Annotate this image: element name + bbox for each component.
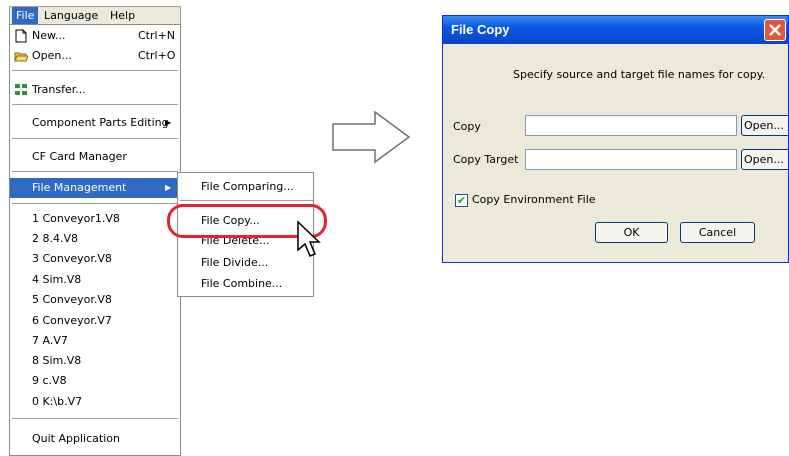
recent-file-item[interactable]: 1 Conveyor1.V8 xyxy=(10,209,180,229)
submenu-arrow-icon: ▶ xyxy=(165,118,172,127)
copy-target-label: Copy Target xyxy=(453,153,519,166)
new-file-icon xyxy=(15,29,27,43)
instruction-text: Specify source and target file names for… xyxy=(513,68,766,81)
menu-separator xyxy=(12,104,178,105)
menu-item-file-management[interactable]: File Management ▶ xyxy=(10,178,180,198)
copy-label: Copy xyxy=(453,120,481,133)
submenu-item-file-comparing[interactable]: File Comparing... xyxy=(178,177,313,197)
menu-separator xyxy=(12,70,178,71)
dialog-title: File Copy xyxy=(451,22,510,37)
menu-language[interactable]: Language xyxy=(44,9,98,22)
transfer-icon xyxy=(15,84,27,95)
open-folder-icon xyxy=(14,52,28,62)
menu-file[interactable]: File xyxy=(12,7,39,25)
recent-file-item[interactable]: 3 Conveyor.V8 xyxy=(10,249,180,269)
recent-file-item[interactable]: 8 Sim.V8 xyxy=(10,351,180,371)
submenu-item-file-divide[interactable]: File Divide... xyxy=(178,253,313,273)
dialog-titlebar: File Copy xyxy=(443,16,788,44)
copy-target-open-button[interactable]: Open... xyxy=(741,149,788,170)
right-arrow-icon xyxy=(332,110,411,164)
copy-open-button[interactable]: Open... xyxy=(741,115,788,136)
copy-input[interactable] xyxy=(525,115,737,136)
recent-file-item[interactable]: 7 A.V7 xyxy=(10,331,180,351)
submenu-item-file-combine[interactable]: File Combine... xyxy=(178,274,313,294)
submenu-arrow-icon: ▶ xyxy=(165,183,172,192)
menu-item-component-parts[interactable]: Component Parts Editing ▶ xyxy=(10,113,180,133)
file-menu: New... Ctrl+N Open... Ctrl+O Transfer...… xyxy=(9,24,181,456)
menu-separator xyxy=(12,138,178,139)
menu-item-open[interactable]: Open... Ctrl+O xyxy=(10,46,180,66)
mouse-cursor-icon xyxy=(297,220,321,257)
recent-file-item[interactable]: 0 K:\b.V7 xyxy=(10,392,180,412)
menu-separator xyxy=(12,418,178,419)
menu-separator xyxy=(180,200,313,201)
recent-file-item[interactable]: 5 Conveyor.V8 xyxy=(10,290,180,310)
copy-environment-checkbox[interactable]: ✔ xyxy=(455,194,468,207)
file-copy-dialog: File Copy Specify source and target file… xyxy=(442,15,789,263)
close-icon xyxy=(769,24,781,36)
menu-bar: File Language Help xyxy=(9,6,181,25)
menu-item-new[interactable]: New... Ctrl+N xyxy=(10,26,180,46)
cancel-button[interactable]: Cancel xyxy=(680,222,755,243)
menu-help[interactable]: Help xyxy=(110,9,135,22)
copy-environment-label: Copy Environment File xyxy=(472,193,596,206)
menu-item-transfer[interactable]: Transfer... xyxy=(10,80,180,100)
recent-file-item[interactable]: 2 8.4.V8 xyxy=(10,229,180,249)
menu-item-cf-card-manager[interactable]: CF Card Manager xyxy=(10,147,180,167)
menu-item-quit[interactable]: Quit Application xyxy=(10,429,180,449)
menu-separator xyxy=(12,203,178,204)
recent-file-item[interactable]: 9 c.V8 xyxy=(10,371,180,391)
ok-button[interactable]: OK xyxy=(595,222,668,243)
copy-target-input[interactable] xyxy=(525,149,737,170)
recent-file-item[interactable]: 4 Sim.V8 xyxy=(10,270,180,290)
close-button[interactable] xyxy=(764,19,786,41)
recent-file-item[interactable]: 6 Conveyor.V7 xyxy=(10,311,180,331)
menu-separator xyxy=(12,171,178,172)
